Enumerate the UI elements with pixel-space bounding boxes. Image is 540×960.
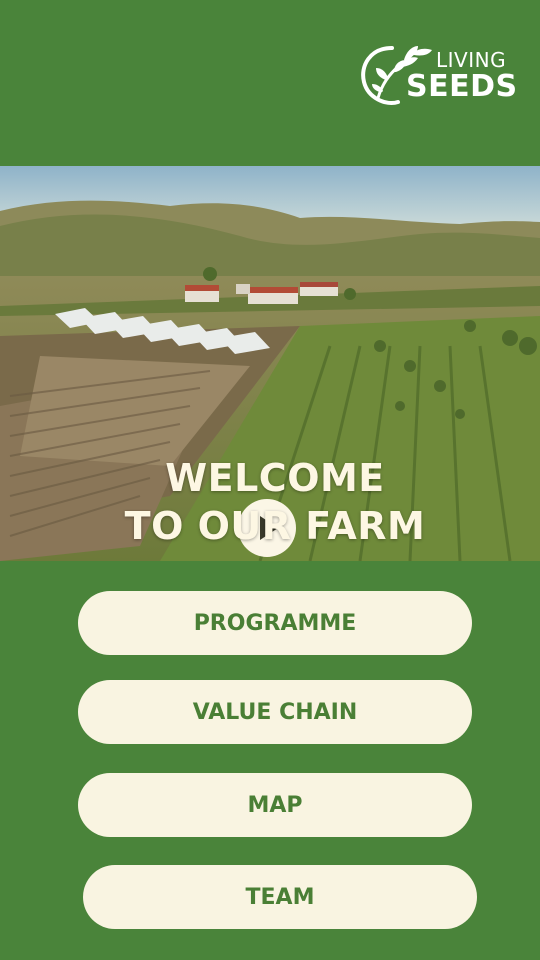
map-button-label: MAP xyxy=(247,792,303,818)
team-button-label: TEAM xyxy=(245,884,315,910)
living-seeds-logo[interactable]: LIVING SEEDS xyxy=(356,40,518,108)
team-button[interactable]: TEAM xyxy=(83,865,477,929)
hero-title: WELCOME TO OUR FARM xyxy=(0,454,540,550)
programme-button-label: PROGRAMME xyxy=(193,610,357,636)
logo-text-living: LIVING xyxy=(436,48,507,72)
hero-title-line2: TO OUR FARM xyxy=(124,504,426,548)
programme-button[interactable]: PROGRAMME xyxy=(78,591,472,655)
value-chain-button-label: VALUE CHAIN xyxy=(192,699,358,725)
value-chain-button[interactable]: VALUE CHAIN xyxy=(78,680,472,744)
map-button[interactable]: MAP xyxy=(78,773,472,837)
logo-text-seeds: SEEDS xyxy=(406,69,518,104)
hero-title-line1: WELCOME xyxy=(165,456,385,500)
